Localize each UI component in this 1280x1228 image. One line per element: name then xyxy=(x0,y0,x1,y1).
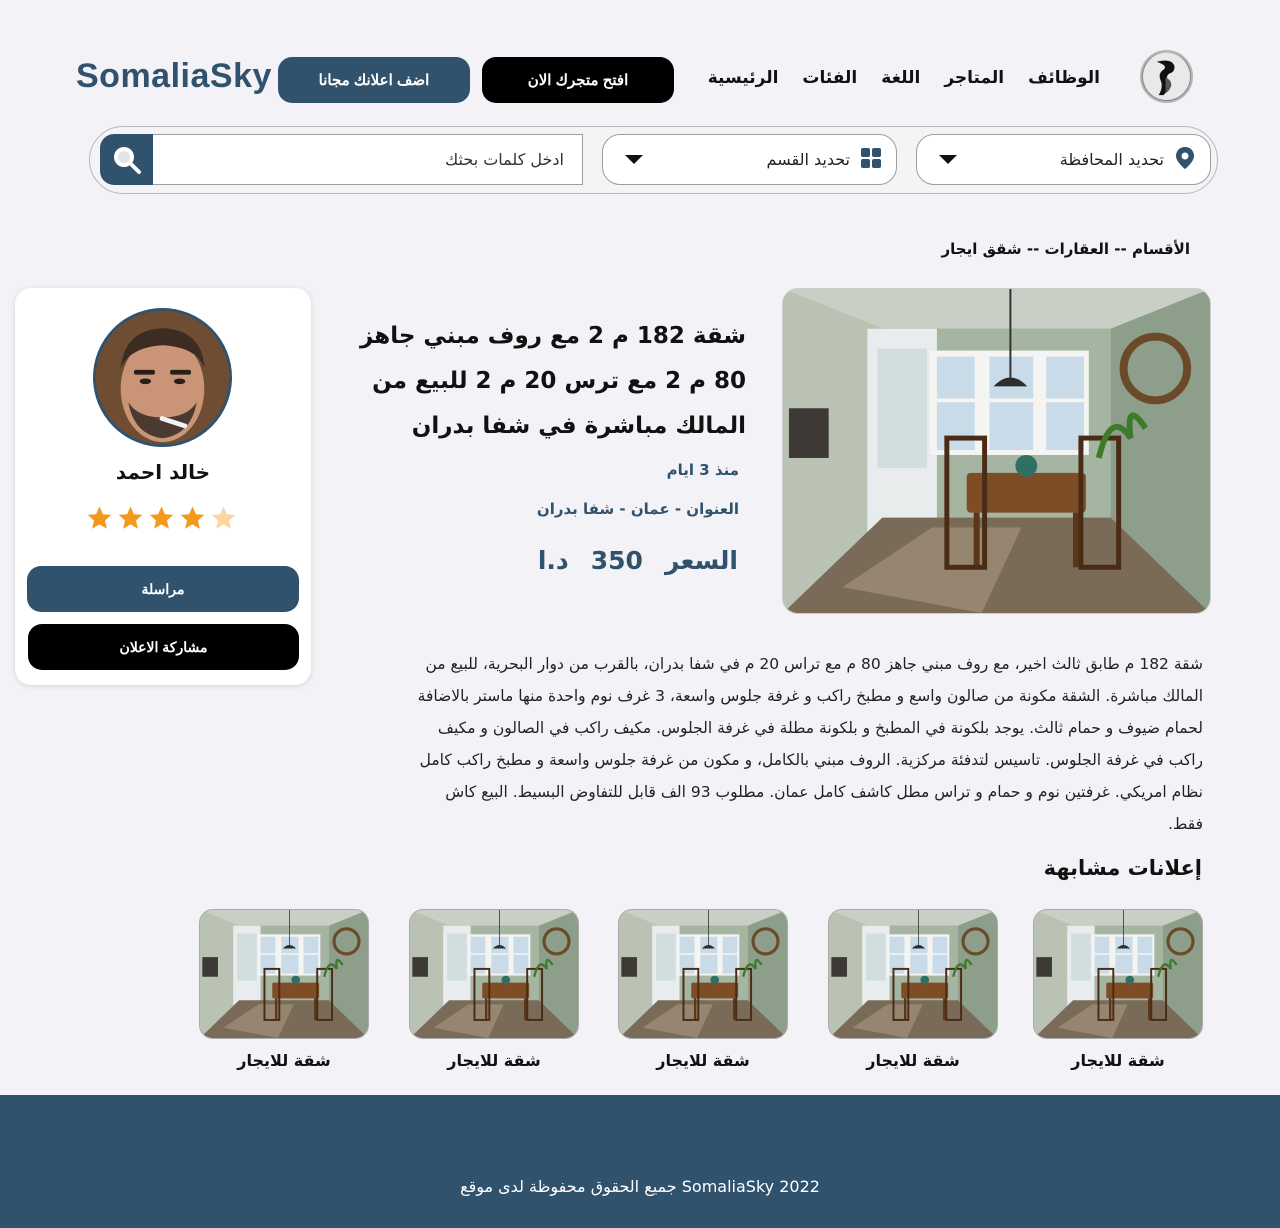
star-icon xyxy=(149,506,174,529)
share-ad-button[interactable]: مشاركة الاعلان xyxy=(28,624,299,670)
similar-ad-caption[interactable]: شقة للايجار xyxy=(618,1051,788,1070)
similar-ad-caption[interactable]: شقة للايجار xyxy=(199,1051,369,1070)
similar-ad-photo[interactable] xyxy=(618,909,788,1039)
map-pin-icon xyxy=(1174,146,1196,174)
grid-icon xyxy=(860,147,882,173)
similar-ad-card[interactable]: شقة للايجار xyxy=(828,909,998,1070)
similar-ad-card[interactable]: شقة للايجار xyxy=(199,909,369,1070)
copyright-text: SomaliaSky 2022 جميع الحقوق محفوظة لدى م… xyxy=(460,1177,820,1196)
star-icon xyxy=(211,506,236,529)
message-seller-button[interactable]: مراسلة xyxy=(27,566,299,612)
listing-main-photo[interactable] xyxy=(782,288,1211,614)
nav-categories[interactable]: الفئات xyxy=(802,68,857,88)
governorate-select-label: تحديد المحافظة xyxy=(1059,150,1164,169)
similar-ad-caption[interactable]: شقة للايجار xyxy=(1033,1051,1203,1070)
nav-jobs[interactable]: الوظائف xyxy=(1028,68,1100,88)
footer xyxy=(0,1095,1280,1228)
site-logo[interactable] xyxy=(1140,50,1193,103)
logo-figure-icon xyxy=(1142,52,1191,101)
nav-language[interactable]: اللغة xyxy=(881,68,920,88)
search-input[interactable] xyxy=(152,134,583,185)
similar-ad-photo[interactable] xyxy=(199,909,369,1039)
post-ad-button[interactable]: اضف اعلانك مجانا xyxy=(278,57,470,103)
similar-ad-photo[interactable] xyxy=(1033,909,1203,1039)
similar-ad-card[interactable]: شقة للايجار xyxy=(409,909,579,1070)
similar-ad-photo[interactable] xyxy=(828,909,998,1039)
seller-avatar xyxy=(93,308,232,447)
chevron-down-icon xyxy=(939,155,957,164)
category-select[interactable]: تحديد القسم xyxy=(602,134,897,185)
listing-address: العنوان - عمان - شفا بدران xyxy=(536,500,739,518)
price-value: 350 xyxy=(590,546,643,575)
price-currency: د.ا xyxy=(537,546,569,575)
star-icon xyxy=(118,506,143,529)
similar-ad-caption[interactable]: شقة للايجار xyxy=(409,1051,579,1070)
similar-ad-card[interactable]: شقة للايجار xyxy=(1033,909,1203,1070)
price: السعر 350 د.ا xyxy=(538,546,738,575)
similar-ad-caption[interactable]: شقة للايجار xyxy=(828,1051,998,1070)
similar-ad-photo[interactable] xyxy=(409,909,579,1039)
search-icon xyxy=(113,146,141,174)
brand-name[interactable]: SomaliaSky xyxy=(76,57,272,96)
listing-description: شقة 182 م طابق ثالث اخير، مع روف مبني جا… xyxy=(417,655,1203,833)
open-store-button[interactable]: افتح متجرك الان xyxy=(482,57,674,103)
seller-name: خالد احمد xyxy=(115,460,211,484)
search-button[interactable] xyxy=(100,134,153,185)
main-nav: الرئيسية الفئات اللغة المتاجر الوظائف xyxy=(708,68,1100,88)
listing-title: شقة 182 م 2 مع روف مبني جاهز 80 م 2 مع ت… xyxy=(359,323,746,439)
breadcrumb[interactable]: الأقسام -- العقارات -- شقق ايجار xyxy=(942,240,1190,258)
similar-ads-title: إعلانات مشابهة xyxy=(1043,856,1202,880)
price-label: السعر xyxy=(664,546,738,575)
seller-rating xyxy=(86,505,237,532)
star-icon xyxy=(180,506,205,529)
nav-stores[interactable]: المتاجر xyxy=(944,68,1004,88)
nav-home[interactable]: الرئيسية xyxy=(708,68,779,88)
governorate-select[interactable]: تحديد المحافظة xyxy=(916,134,1211,185)
category-select-label: تحديد القسم xyxy=(766,150,850,169)
star-icon xyxy=(87,506,112,529)
chevron-down-icon xyxy=(625,155,643,164)
similar-ad-card[interactable]: شقة للايجار xyxy=(618,909,788,1070)
posted-time: منذ 3 ايام xyxy=(666,461,739,479)
